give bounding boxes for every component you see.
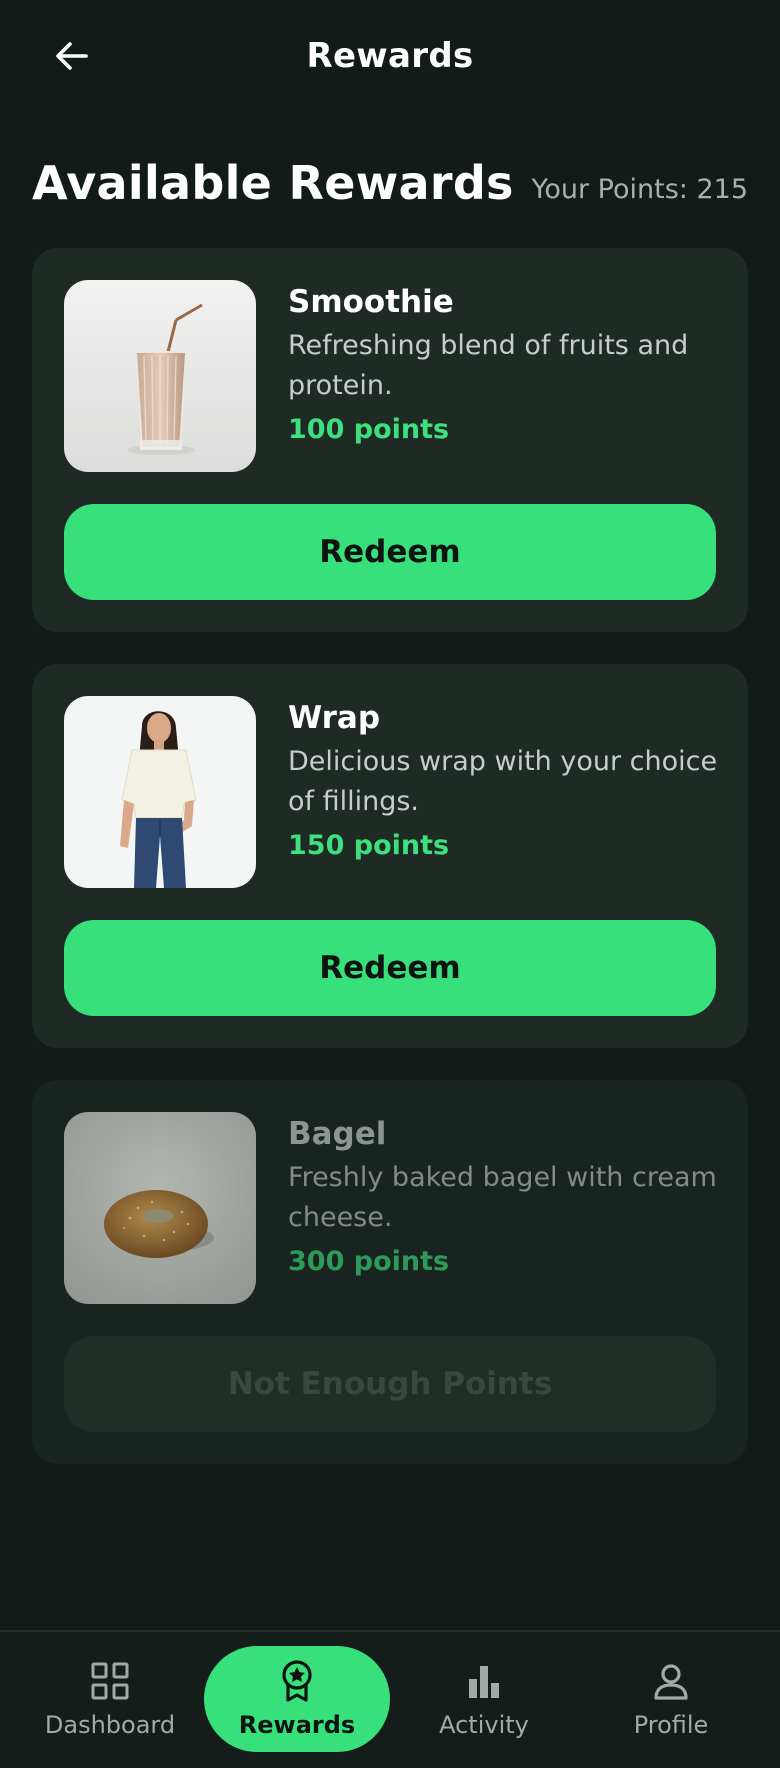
award-icon bbox=[275, 1659, 319, 1703]
nav-item-dashboard[interactable]: Dashboard bbox=[17, 1646, 203, 1752]
nav-item-rewards[interactable]: Rewards bbox=[204, 1646, 390, 1752]
reward-info: Wrap Delicious wrap with your choice of … bbox=[288, 698, 724, 866]
reward-card-smoothie: Smoothie Refreshing blend of fruits and … bbox=[32, 248, 748, 632]
reward-info: Bagel Freshly baked bagel with cream che… bbox=[288, 1114, 724, 1282]
points-balance: Your Points: 215 bbox=[531, 174, 748, 205]
reward-card-wrap: Wrap Delicious wrap with your choice of … bbox=[32, 664, 748, 1048]
bottom-navigation: Dashboard Rewards Activity Profile bbox=[0, 1630, 780, 1768]
nav-label: Rewards bbox=[238, 1711, 356, 1739]
reward-info: Smoothie Refreshing blend of fruits and … bbox=[288, 282, 724, 450]
nav-item-activity[interactable]: Activity bbox=[391, 1646, 577, 1752]
reward-description: Delicious wrap with your choice of filli… bbox=[288, 746, 718, 817]
bagel-image bbox=[64, 1112, 256, 1304]
nav-label: Dashboard bbox=[44, 1711, 176, 1739]
reward-name: Bagel bbox=[288, 1116, 387, 1152]
wrap-image bbox=[64, 696, 256, 888]
user-icon bbox=[649, 1659, 693, 1703]
redeem-button[interactable]: Redeem bbox=[64, 504, 716, 600]
nav-item-profile[interactable]: Profile bbox=[578, 1646, 764, 1752]
bar-chart-icon bbox=[462, 1659, 506, 1703]
smoothie-image bbox=[64, 280, 256, 472]
rewards-heading-row: Available Rewards Your Points: 215 bbox=[32, 156, 748, 216]
top-bar: Rewards bbox=[0, 0, 780, 120]
redeem-button[interactable]: Redeem bbox=[64, 920, 716, 1016]
rewards-screen: Rewards Available Rewards Your Points: 2… bbox=[0, 0, 780, 1768]
reward-card-bagel: Bagel Freshly baked bagel with cream che… bbox=[32, 1080, 748, 1464]
reward-cost: 150 points bbox=[288, 830, 450, 861]
reward-cost: 300 points bbox=[288, 1246, 450, 1277]
page-title: Rewards bbox=[306, 36, 474, 76]
reward-description: Refreshing blend of fruits and protein. bbox=[288, 330, 689, 401]
grid-icon bbox=[88, 1659, 132, 1703]
reward-cost: 100 points bbox=[288, 414, 450, 445]
reward-name: Smoothie bbox=[288, 284, 454, 320]
reward-description: Freshly baked bagel with cream cheese. bbox=[288, 1162, 717, 1233]
nav-label: Activity bbox=[439, 1711, 529, 1739]
not-enough-points-button: Not Enough Points bbox=[64, 1336, 716, 1432]
nav-label: Profile bbox=[633, 1711, 709, 1739]
section-heading: Available Rewards bbox=[32, 156, 514, 210]
reward-name: Wrap bbox=[288, 700, 381, 736]
